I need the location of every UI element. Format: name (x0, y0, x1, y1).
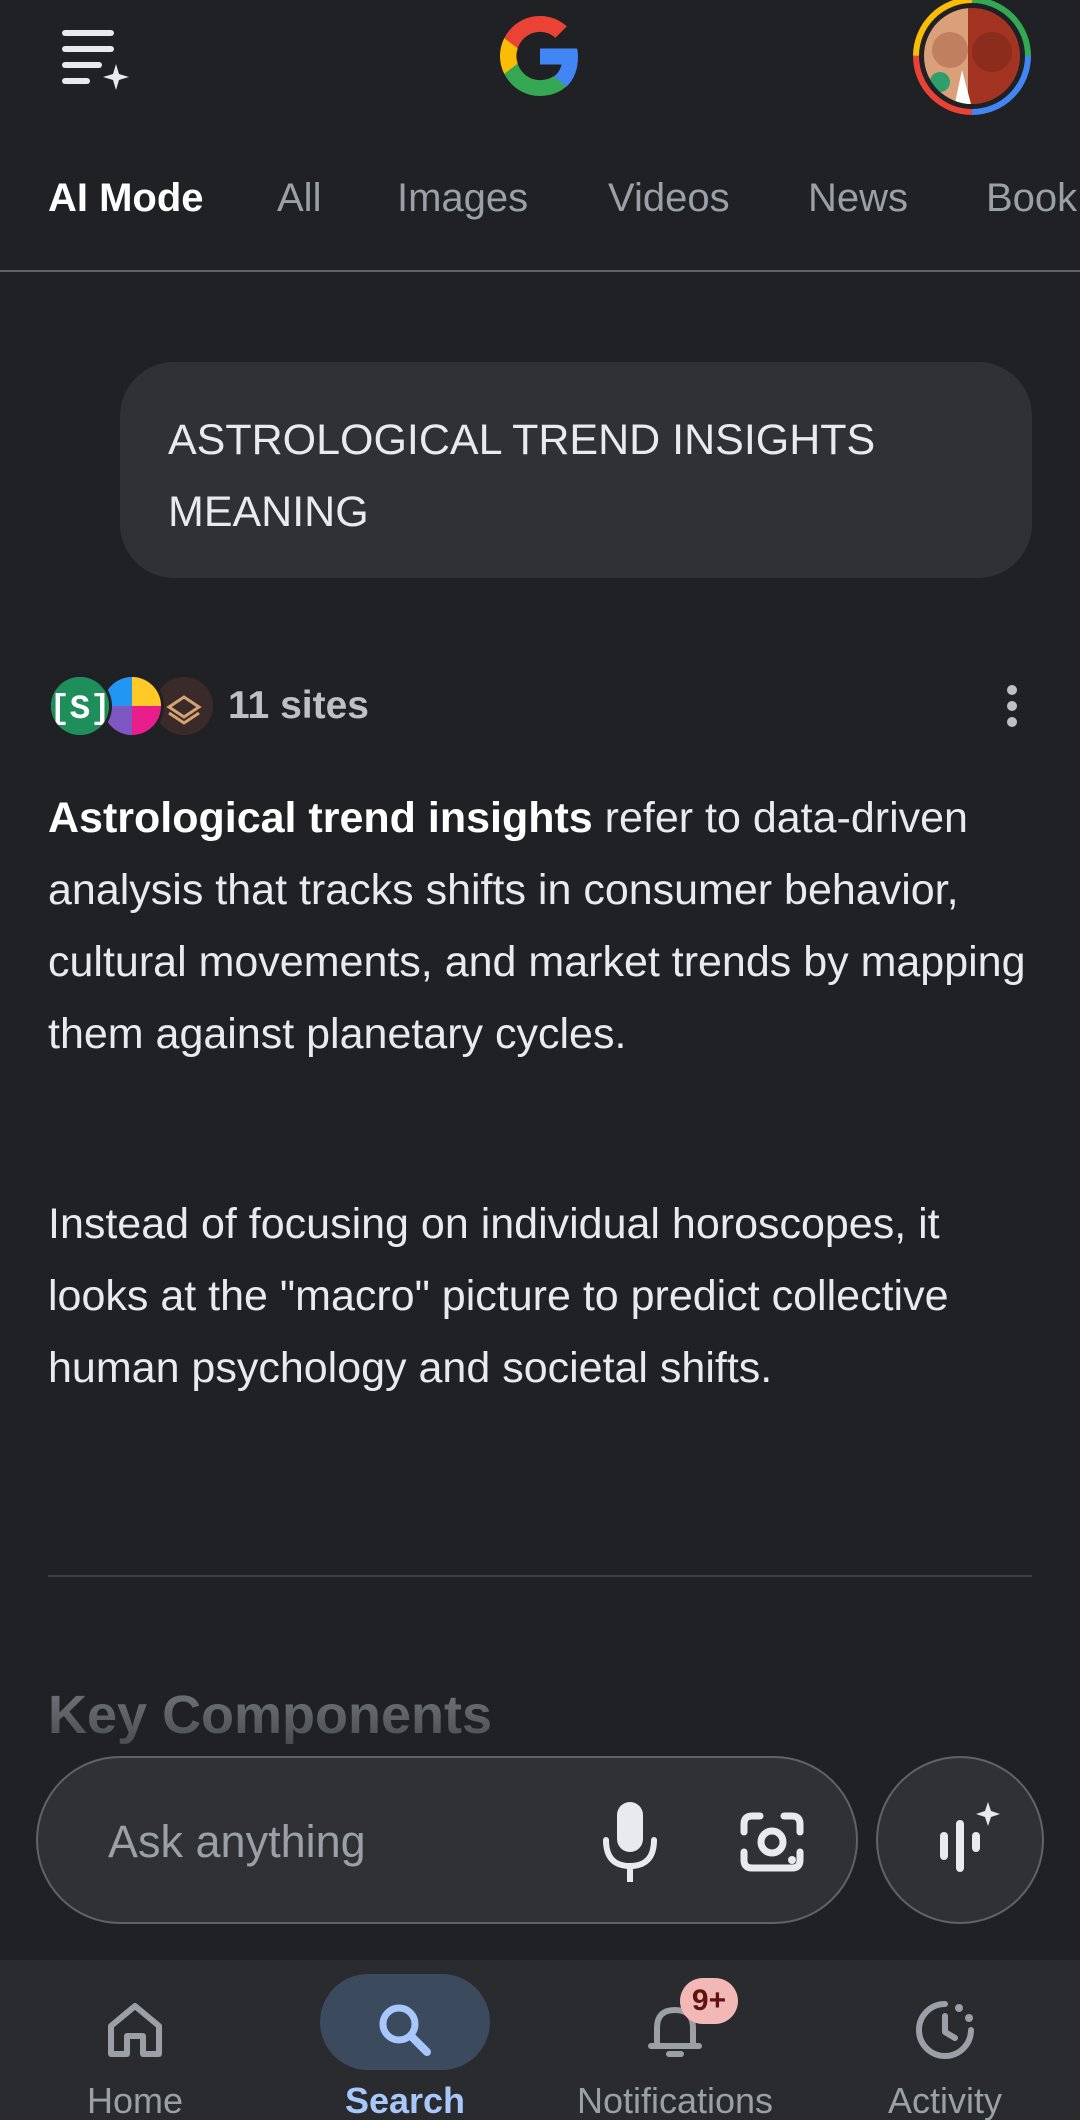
answer-paragraph-2: Instead of focusing on individual horosc… (48, 1200, 949, 1392)
ask-bar (36, 1756, 858, 1924)
nav-search[interactable]: Search (270, 1960, 540, 2120)
nav-search-label: Search (344, 2080, 466, 2120)
svg-text:[S]: [S] (51, 691, 109, 729)
top-bar (0, 0, 1080, 120)
mic-icon[interactable] (586, 1794, 674, 1890)
nav-activity[interactable]: Activity (810, 1960, 1080, 2120)
tab-news[interactable]: News (808, 176, 908, 221)
nav-notifications[interactable]: Notifications (540, 1960, 810, 2120)
search-icon (365, 1990, 445, 2070)
google-g-logo[interactable] (490, 6, 590, 106)
tab-books[interactable]: Book (986, 176, 1077, 221)
notification-badge: 9+ (680, 1978, 738, 2024)
search-tabs: AI Mode All Images Videos News Book (0, 150, 1080, 272)
ask-input[interactable] (108, 1806, 528, 1878)
more-vert-icon[interactable] (992, 676, 1032, 736)
nav-activity-label: Activity (887, 2080, 1002, 2120)
s-bracket-favicon: [S] (48, 674, 112, 738)
tab-all[interactable]: All (277, 176, 321, 221)
bottom-navigation: Home Search Notifications 9+ Activity (0, 1960, 1080, 2120)
home-icon (95, 1990, 175, 2070)
sites-count[interactable]: 11 sites (228, 684, 369, 728)
nav-home[interactable]: Home (0, 1960, 270, 2120)
menu-sparkle-icon[interactable] (50, 24, 130, 94)
tab-videos[interactable]: Videos (608, 176, 730, 221)
nav-notifications-label: Notifications (576, 2080, 774, 2120)
nav-home-label: Home (86, 2080, 184, 2120)
user-query-bubble: ASTROLOGICAL TREND INSIGHTS MEANING (120, 362, 1032, 578)
tab-ai-mode[interactable]: AI Mode (48, 176, 204, 221)
tab-images[interactable]: Images (397, 176, 528, 221)
profile-avatar[interactable] (910, 0, 1034, 116)
section-divider (48, 1575, 1032, 1577)
live-voice-icon[interactable] (876, 1756, 1044, 1924)
answer-bold-term: Astrological trend insights (48, 794, 593, 842)
activity-icon (905, 1990, 985, 2070)
sources-row[interactable]: [S] 11 sites (48, 672, 1032, 744)
lens-camera-icon[interactable] (728, 1798, 816, 1886)
app-screen: AI Mode All Images Videos News Book ASTR… (0, 0, 1080, 2120)
answer-paragraph-1: Astrological trend insights refer to dat… (48, 782, 1038, 1070)
